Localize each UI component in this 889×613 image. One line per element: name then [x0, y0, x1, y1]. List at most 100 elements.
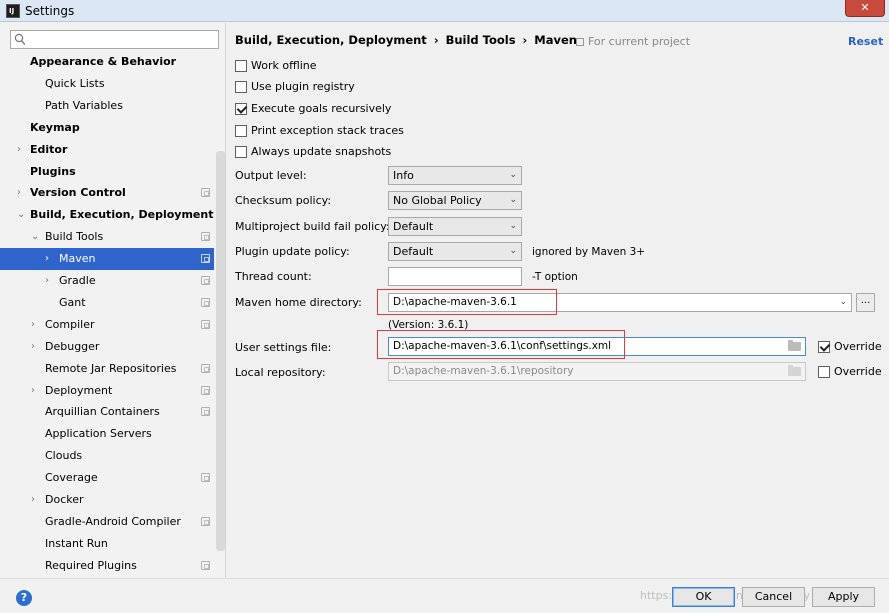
sidebar-item[interactable]: › Compiler: [0, 314, 214, 336]
intellij-icon: IJ: [6, 4, 20, 18]
sidebar-item[interactable]: Appearance & Behavior: [0, 51, 214, 73]
sidebar-item-label: Gant: [59, 295, 86, 309]
sidebar-item[interactable]: › Version Control: [0, 182, 214, 204]
chevron-down-icon: ⌄: [839, 297, 847, 307]
project-scope-icon: [576, 38, 584, 46]
sidebar-item[interactable]: Plugins: [0, 161, 214, 183]
sidebar-item[interactable]: Clouds: [0, 445, 214, 467]
thread-count-input[interactable]: [388, 267, 522, 286]
sidebar-item[interactable]: Gradle-Android Compiler: [0, 511, 214, 533]
sidebar-item[interactable]: Gant: [0, 292, 214, 314]
sidebar-item[interactable]: ⌄ Build, Execution, Deployment: [0, 204, 214, 226]
sidebar-item[interactable]: › Docker: [0, 489, 214, 511]
apply-button[interactable]: Apply: [812, 587, 875, 607]
chevron-right-icon[interactable]: ›: [31, 380, 35, 402]
local-repo-value: D:\apache-maven-3.6.1\repository: [393, 365, 574, 377]
ok-button[interactable]: OK: [672, 587, 735, 607]
sidebar-item-label: Required Plugins: [45, 558, 137, 572]
sidebar-item[interactable]: Arquillian Containers: [0, 401, 214, 423]
output-level-select[interactable]: Info ⌄: [388, 166, 522, 185]
chevron-right-icon[interactable]: ›: [31, 314, 35, 336]
sidebar-scrollbar[interactable]: [216, 151, 225, 551]
dialog-footer: ? https://blog.csdn.net/hellozhxy OK Can…: [0, 578, 889, 613]
search-input[interactable]: [10, 30, 219, 49]
search-icon: [14, 33, 26, 45]
project-scope-icon: [201, 276, 210, 285]
title-bar: IJ Settings ✕: [0, 0, 889, 22]
project-scope-icon: [201, 297, 210, 307]
checkbox-label: Always update snapshots: [251, 145, 392, 158]
folder-icon[interactable]: [788, 340, 801, 351]
thread-count-hint: -T option: [532, 271, 578, 283]
checksum-policy-label: Checksum policy:: [235, 194, 332, 207]
chevron-right-icon[interactable]: ›: [31, 489, 35, 511]
checkbox-box[interactable]: [235, 125, 247, 137]
local-repo-input[interactable]: D:\apache-maven-3.6.1\repository: [388, 362, 806, 381]
chevron-right-icon[interactable]: ›: [45, 248, 49, 270]
sidebar-item-label: Arquillian Containers: [45, 405, 160, 419]
checkbox-box[interactable]: [235, 103, 247, 115]
project-scope-icon: [201, 560, 210, 570]
sidebar-item[interactable]: Keymap: [0, 117, 214, 139]
sidebar-item-label: Gradle: [59, 274, 96, 287]
checkbox-label: Print exception stack traces: [251, 124, 404, 137]
sidebar-item-label: Instant Run: [45, 536, 108, 550]
project-scope-icon: [201, 232, 210, 242]
sidebar-item[interactable]: Application Servers: [0, 423, 214, 445]
sidebar-item[interactable]: Coverage: [0, 467, 214, 489]
cancel-button[interactable]: Cancel: [742, 587, 805, 607]
chevron-down-icon[interactable]: ⌄: [17, 204, 25, 226]
project-scope-icon: [201, 407, 210, 417]
maven-settings-panel: Build, Execution, Deployment › Build Tools…: [227, 23, 889, 578]
breadcrumb: Build, Execution, Deployment › Build Tools…: [235, 33, 577, 47]
project-scope-icon: [201, 473, 210, 483]
sidebar-item[interactable]: › Editor: [0, 139, 214, 161]
sidebar-item[interactable]: ⌄ Build Tools: [0, 226, 214, 248]
sidebar-item[interactable]: › Gradle: [0, 270, 214, 292]
checkbox-box[interactable]: [818, 366, 830, 378]
sidebar-item[interactable]: Instant Run: [0, 533, 214, 555]
sidebar-item-label: Quick Lists: [45, 76, 105, 90]
chevron-right-icon[interactable]: ›: [17, 139, 21, 161]
close-icon: ✕: [860, 1, 870, 14]
sidebar-item-label: Coverage: [45, 471, 98, 485]
breadcrumb-part-1: Build, Execution, Deployment: [235, 33, 427, 47]
browse-button[interactable]: ...: [856, 293, 875, 312]
chevron-down-icon[interactable]: ⌄: [31, 226, 39, 248]
multiproject-select[interactable]: Default ⌄: [388, 217, 522, 236]
checkbox-box[interactable]: [235, 146, 247, 158]
checkbox-box[interactable]: [818, 341, 830, 353]
sidebar-item[interactable]: › Deployment: [0, 380, 214, 402]
sidebar-item[interactable]: › Debugger: [0, 336, 214, 358]
checkbox-label: Execute goals recursively: [251, 102, 392, 115]
sidebar-item[interactable]: › Maven: [0, 248, 214, 271]
select-value: Default: [393, 220, 434, 233]
project-scope-icon: [201, 188, 210, 198]
plugin-update-hint: ignored by Maven 3+: [532, 246, 646, 258]
reset-link[interactable]: Reset: [848, 35, 883, 48]
select-value: Info: [393, 169, 414, 182]
sidebar-item[interactable]: Path Variables: [0, 95, 214, 117]
help-icon[interactable]: ?: [16, 590, 32, 606]
project-scope-icon: [201, 254, 210, 264]
checksum-policy-select[interactable]: No Global Policy ⌄: [388, 191, 522, 210]
checkbox-box[interactable]: [235, 60, 247, 72]
close-button[interactable]: ✕: [845, 0, 885, 17]
maven-home-label: Maven home directory:: [235, 296, 362, 309]
sidebar-item-label: Remote Jar Repositories: [45, 361, 177, 375]
sidebar-item-label: Maven: [59, 252, 96, 266]
chevron-right-icon[interactable]: ›: [31, 336, 35, 358]
sidebar-item-label: Compiler: [45, 317, 95, 331]
chevron-right-icon[interactable]: ›: [17, 182, 21, 204]
thread-count-label: Thread count:: [235, 270, 312, 283]
sidebar-item[interactable]: Required Plugins: [0, 555, 214, 577]
plugin-update-select[interactable]: Default ⌄: [388, 242, 522, 261]
local-repo-label: Local repository:: [235, 366, 326, 379]
sidebar-item[interactable]: Quick Lists: [0, 73, 214, 95]
plugin-update-label: Plugin update policy:: [235, 245, 350, 258]
sidebar-item[interactable]: Remote Jar Repositories: [0, 358, 214, 380]
chevron-right-icon[interactable]: ›: [45, 270, 49, 292]
checkbox-box[interactable]: [235, 81, 247, 93]
sidebar-item-label: Path Variables: [45, 98, 123, 112]
sidebar-item-label: Editor: [30, 142, 68, 156]
